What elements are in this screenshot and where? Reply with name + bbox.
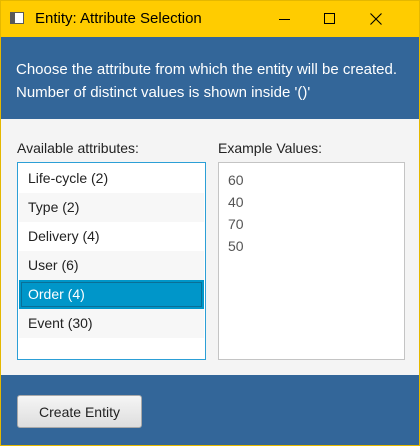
- button-bar: Create Entity: [1, 375, 419, 445]
- available-attributes-label: Available attributes:: [17, 140, 139, 156]
- instruction-line-2: Number of distinct values is shown insid…: [16, 84, 311, 101]
- minimize-button[interactable]: [261, 1, 307, 37]
- minimize-icon: [279, 19, 290, 20]
- maximize-icon: [324, 13, 335, 24]
- example-value: 50: [228, 238, 244, 254]
- instruction-line-1: Choose the attribute from which the enti…: [16, 61, 398, 78]
- close-icon: [370, 13, 382, 25]
- example-values-box: 60 40 70 50: [218, 162, 405, 360]
- instruction-header: Choose the attribute from which the enti…: [1, 37, 419, 119]
- attribute-list-item[interactable]: Delivery (4): [19, 222, 204, 251]
- attribute-list-item[interactable]: Order (4): [19, 280, 204, 309]
- maximize-button[interactable]: [307, 1, 353, 37]
- example-values-label: Example Values:: [218, 140, 323, 156]
- example-value: 70: [228, 216, 244, 232]
- selection-panel: Available attributes: Example Values: Li…: [1, 119, 419, 375]
- attribute-list-item[interactable]: Life-cycle (2): [19, 164, 204, 193]
- dialog-window: Entity: Attribute Selection Choose the a…: [0, 0, 420, 446]
- example-value: 60: [228, 172, 244, 188]
- attribute-list-item[interactable]: Event (30): [19, 309, 204, 338]
- close-button[interactable]: [353, 1, 399, 37]
- window-icon: [10, 12, 24, 24]
- attribute-list-item[interactable]: User (6): [19, 251, 204, 280]
- title-bar[interactable]: Entity: Attribute Selection: [1, 1, 419, 37]
- example-value: 40: [228, 194, 244, 210]
- attribute-list-item[interactable]: Type (2): [19, 193, 204, 222]
- window-title: Entity: Attribute Selection: [35, 10, 202, 27]
- attribute-list[interactable]: Life-cycle (2) Type (2) Delivery (4) User (…: [17, 162, 206, 360]
- create-entity-button[interactable]: Create Entity: [17, 395, 142, 428]
